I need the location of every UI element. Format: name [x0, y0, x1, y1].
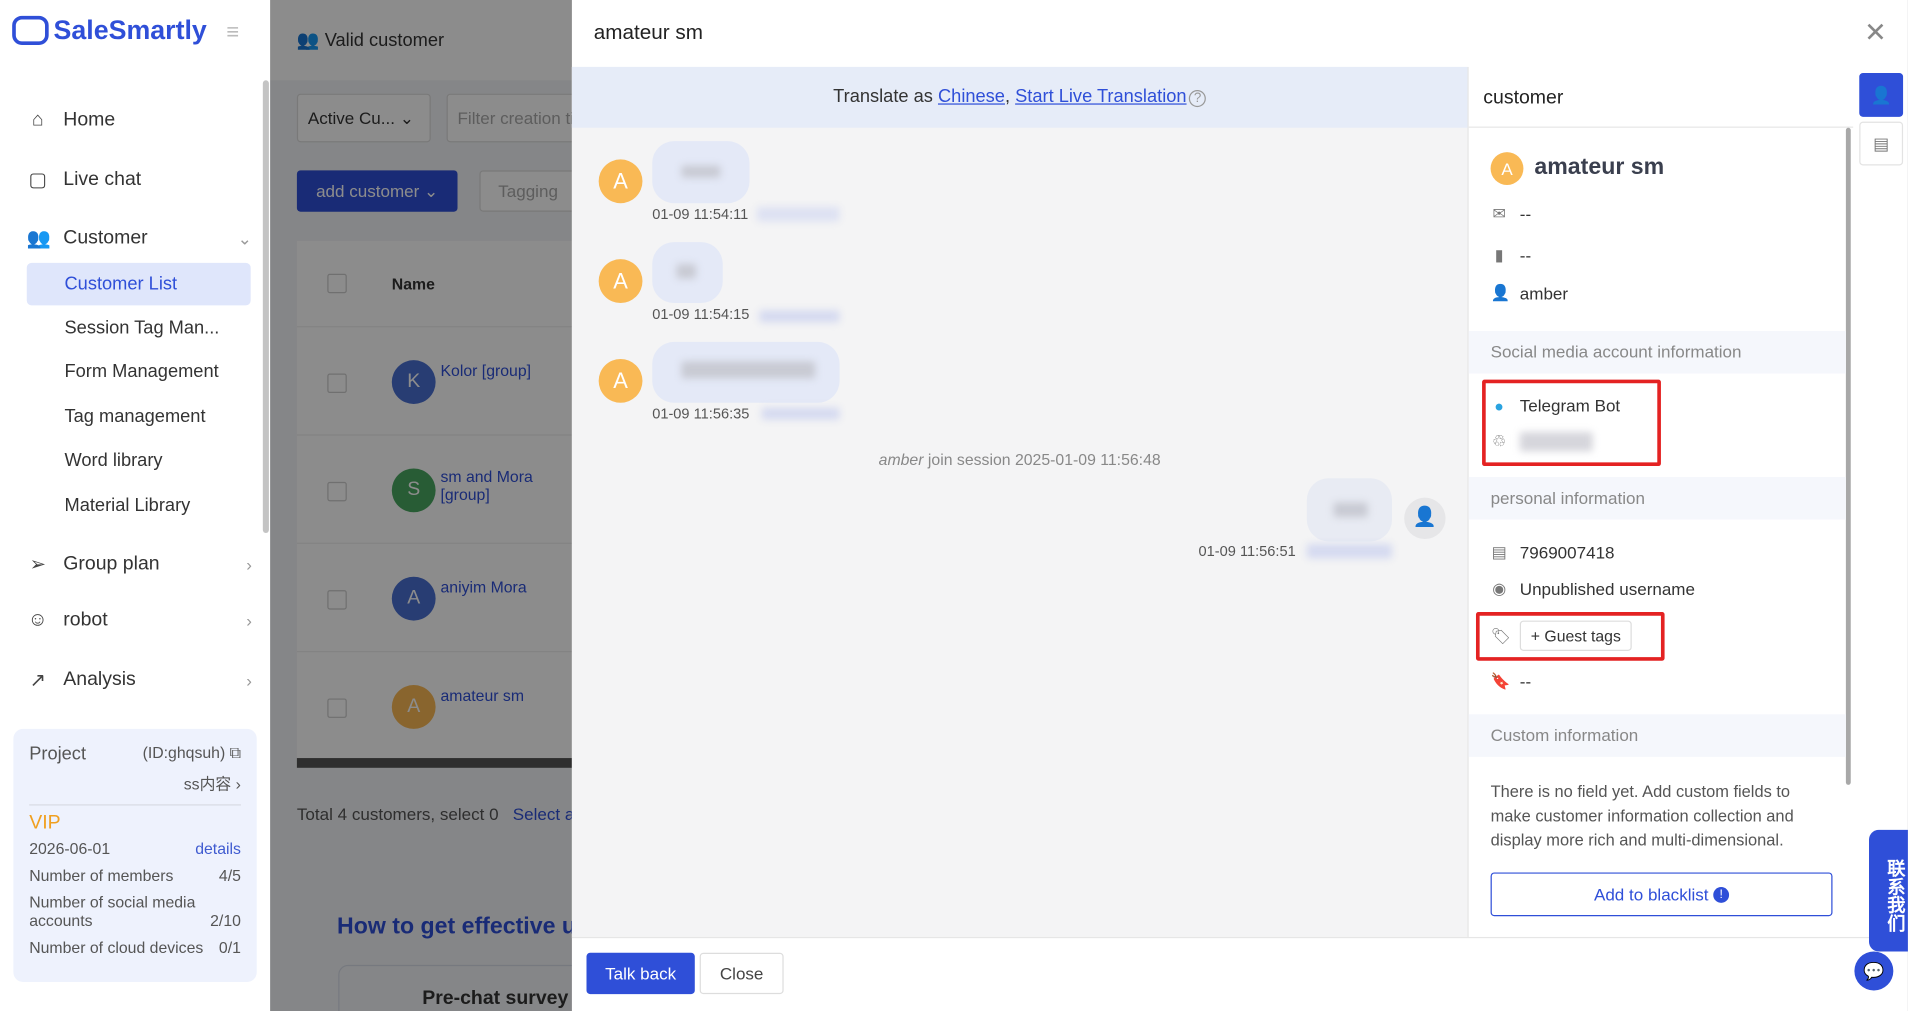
help-icon[interactable]: ?	[1189, 90, 1207, 108]
phone-icon: ▮	[1494, 245, 1504, 265]
sidebar-sub-session-tag[interactable]: Session Tag Man...	[64, 318, 219, 339]
add-to-blacklist-button[interactable]: Add to blacklist !	[1490, 872, 1833, 917]
sidebar-sub-material-library[interactable]: Material Library	[64, 495, 190, 516]
sidebar-item-analysis[interactable]: ↗ Analysis ›	[27, 668, 252, 692]
robot-logo-icon	[12, 15, 49, 46]
info-icon: !	[1713, 886, 1730, 903]
message-time: 01-09 11:54:11	[652, 205, 749, 223]
custom-section-header: Custom information	[1468, 714, 1846, 757]
plan-badge: VIP	[29, 812, 61, 834]
project-id[interactable]: (ID:ghqsuh) ⧉	[143, 743, 241, 764]
menu-toggle-icon[interactable]: ≡	[226, 19, 239, 45]
live-translation-link[interactable]: Start Live Translation	[1015, 86, 1186, 107]
notes-icon: ▤	[1873, 133, 1890, 153]
sidebar-item-live-chat[interactable]: ▢ Live chat	[27, 168, 252, 192]
account-icon: ♲	[1492, 431, 1507, 451]
chevron-down-icon: ⌄	[237, 228, 252, 248]
robot-icon: ☺	[27, 609, 48, 631]
customer-name: amateur sm	[1534, 154, 1665, 181]
customer-chat-modal: amateur sm ✕ Translate as Chinese, Start…	[571, 0, 1908, 1011]
contact-us-button[interactable]: 联系我们	[1869, 829, 1908, 952]
highlight-box	[1482, 379, 1661, 467]
user-icon: 👤	[1490, 283, 1511, 302]
telegram-icon: ●	[1494, 396, 1504, 415]
system-message: amber join session 2025-01-09 11:56:48	[878, 450, 1161, 469]
sidebar-sub-tag-management[interactable]: Tag management	[64, 406, 205, 427]
email-icon: ✉	[1492, 204, 1506, 223]
avatar: A	[598, 259, 643, 303]
translate-bar: Translate as Chinese, Start Live Transla…	[571, 66, 1468, 128]
panel-scrollbar[interactable]	[1845, 127, 1851, 785]
guest-tags-button[interactable]: + Guest tags	[1519, 620, 1632, 651]
user-icon: 👤	[1870, 84, 1892, 105]
id-card-icon: ▤	[1491, 542, 1507, 561]
chevron-right-icon: ›	[246, 554, 252, 575]
send-icon: ➢	[29, 554, 46, 576]
tag-icon: 🏷	[1490, 626, 1511, 645]
home-icon: ⌂	[31, 109, 44, 131]
reply-bubble[interactable]	[1306, 478, 1393, 542]
copy-icon[interactable]: ⧉	[225, 743, 241, 761]
chat-widget-icon[interactable]: 💬	[1854, 951, 1894, 991]
notes-tab[interactable]: ▤	[1859, 121, 1904, 166]
sidebar-item-customer[interactable]: 👥 Customer ⌄	[27, 226, 252, 250]
message-bubble[interactable]	[652, 242, 723, 303]
users-icon: 👥	[26, 228, 52, 250]
customer-avatar: A	[1490, 152, 1524, 185]
project-switch[interactable]: ss内容 ›	[29, 771, 241, 806]
custom-empty-text: There is no field yet. Add custom fields…	[1490, 782, 1794, 850]
personal-section-header: personal information	[1468, 476, 1846, 520]
close-button[interactable]: Close	[699, 952, 784, 995]
logo[interactable]: SaleSmartly	[12, 15, 207, 47]
chevron-right-icon: ›	[235, 775, 241, 794]
message-time: 01-09 11:54:15	[652, 305, 750, 323]
sidebar-item-home[interactable]: ⌂ Home	[27, 110, 252, 132]
customer-info-tab[interactable]: 👤	[1859, 73, 1904, 117]
sidebar-sub-customer-list[interactable]: Customer List	[26, 262, 251, 306]
chart-icon: ↗	[29, 670, 46, 692]
sidebar-item-group-plan[interactable]: ➢ Group plan ›	[27, 552, 252, 576]
message-time: 01-09 11:56:51	[1198, 542, 1296, 560]
panel-title: customer	[1468, 67, 1854, 128]
sidebar: SaleSmartly ≡ ⌂ Home ▢ Live chat 👥 Customer…	[0, 0, 271, 1011]
message-bubble[interactable]	[652, 341, 840, 403]
social-section-header: Social media account information	[1468, 330, 1846, 374]
user-circle-icon: ◉	[1492, 579, 1506, 598]
translate-language-link[interactable]: Chinese	[938, 86, 1005, 107]
customer-panel: customer A amateur sm ✉ -- ▮ -- 👤 amber Soc…	[1467, 66, 1854, 937]
message-time: 01-09 11:56:35	[652, 405, 750, 423]
talk-back-button[interactable]: Talk back	[586, 952, 695, 995]
bookmark-icon: 🔖	[1490, 671, 1511, 690]
close-icon[interactable]: ✕	[1864, 17, 1886, 49]
sidebar-item-robot[interactable]: ☺ robot ›	[27, 610, 252, 632]
project-card: Project (ID:ghqsuh) ⧉ ss内容 › VIP 2026-06-…	[13, 728, 257, 982]
sidebar-scrollbar[interactable]	[262, 80, 269, 533]
sidebar-sub-word-library[interactable]: Word library	[64, 450, 162, 471]
sidebar-sub-form-management[interactable]: Form Management	[64, 361, 218, 382]
chat-area: Translate as Chinese, Start Live Transla…	[571, 66, 1468, 937]
avatar: A	[598, 159, 643, 204]
agent-avatar-icon: 👤	[1404, 497, 1446, 540]
details-link[interactable]: details	[195, 840, 241, 858]
avatar: A	[598, 358, 643, 403]
chevron-right-icon: ›	[246, 670, 252, 690]
chat-icon: ▢	[28, 170, 47, 192]
chevron-right-icon: ›	[246, 610, 252, 631]
message-bubble[interactable]	[652, 141, 750, 204]
modal-title: amateur sm	[593, 20, 704, 44]
